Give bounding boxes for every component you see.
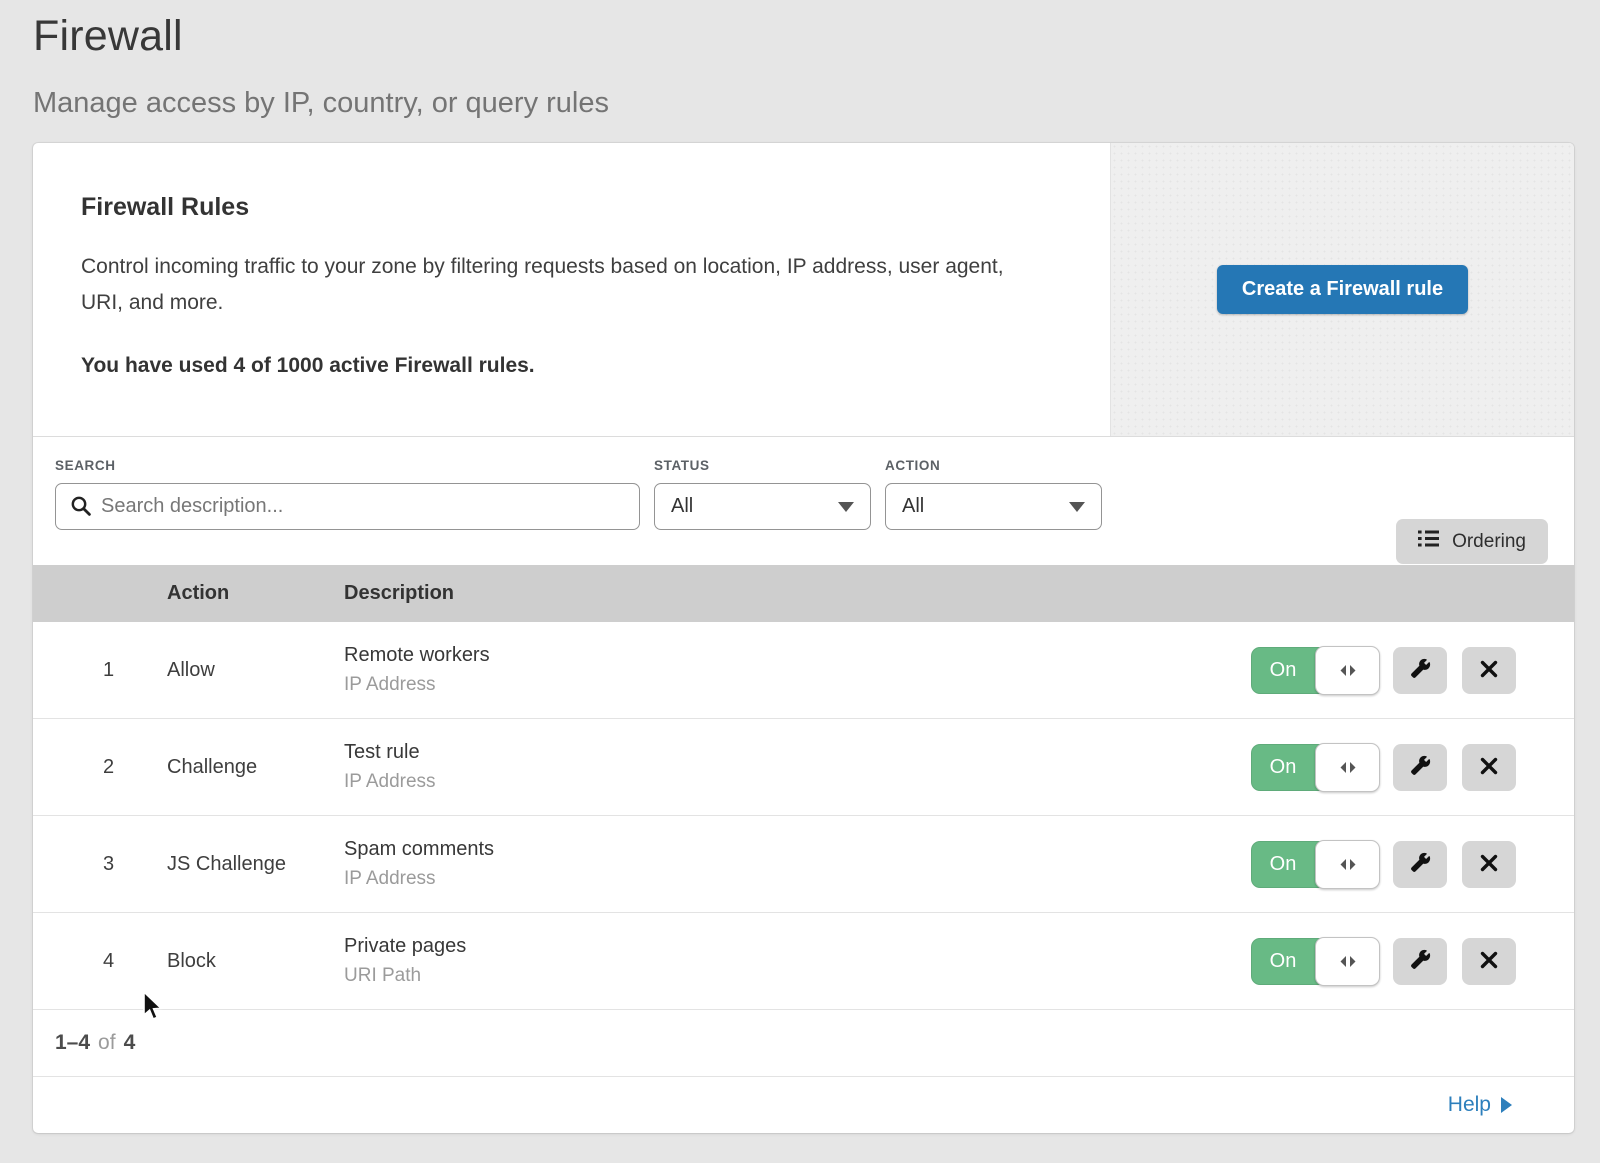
firewall-rules-card: Firewall Rules Control incoming traffic … xyxy=(33,143,1574,1133)
rule-description: Remote workers xyxy=(344,644,1251,667)
toggle-arrows-icon[interactable] xyxy=(1315,937,1380,986)
search-label: SEARCH xyxy=(55,458,640,473)
wrench-icon xyxy=(1410,755,1431,779)
action-select[interactable]: All xyxy=(885,483,1102,530)
edit-rule-button[interactable] xyxy=(1393,744,1447,791)
rule-action: Allow xyxy=(167,659,344,682)
rule-match-type: URI Path xyxy=(344,965,1251,987)
caret-right-icon xyxy=(1501,1097,1512,1113)
edit-rule-button[interactable] xyxy=(1393,647,1447,694)
rule-enabled-toggle[interactable]: On xyxy=(1251,744,1378,791)
wrench-icon xyxy=(1410,852,1431,876)
rule-priority: 3 xyxy=(33,853,167,876)
help-row: Help xyxy=(33,1077,1574,1133)
info-text-block: Firewall Rules Control incoming traffic … xyxy=(33,143,1110,436)
edit-rule-button[interactable] xyxy=(1393,938,1447,985)
rule-enabled-toggle[interactable]: On xyxy=(1251,938,1378,985)
x-icon xyxy=(1480,757,1498,778)
delete-rule-button[interactable] xyxy=(1462,938,1516,985)
edit-rule-button[interactable] xyxy=(1393,841,1447,888)
table-row: 4 Block Private pages URI Path On xyxy=(33,913,1574,1010)
rule-match-type: IP Address xyxy=(344,674,1251,696)
list-icon xyxy=(1418,530,1439,553)
rule-priority: 1 xyxy=(33,659,167,682)
rule-enabled-toggle[interactable]: On xyxy=(1251,647,1378,694)
action-label: ACTION xyxy=(885,458,1102,473)
toggle-arrows-icon[interactable] xyxy=(1315,743,1380,792)
page-header: Firewall Manage access by IP, country, o… xyxy=(0,0,1600,120)
rule-description: Spam comments xyxy=(344,838,1251,861)
pagination-total: 4 xyxy=(124,1031,136,1055)
table-header: Action Description xyxy=(33,565,1574,622)
info-section: Firewall Rules Control incoming traffic … xyxy=(33,143,1574,437)
delete-rule-button[interactable] xyxy=(1462,841,1516,888)
page-title: Firewall xyxy=(33,12,1600,61)
toggle-arrows-icon[interactable] xyxy=(1315,840,1380,889)
pagination-range: 1–4 xyxy=(55,1031,90,1055)
help-link[interactable]: Help xyxy=(1448,1093,1512,1117)
action-select-value: All xyxy=(902,495,924,518)
table-row: 3 JS Challenge Spam comments IP Address … xyxy=(33,816,1574,913)
pagination: 1–4 of 4 xyxy=(33,1010,1574,1077)
toggle-on-label: On xyxy=(1251,950,1315,973)
wrench-icon xyxy=(1410,949,1431,973)
create-firewall-rule-button[interactable]: Create a Firewall rule xyxy=(1217,265,1468,314)
create-rule-aside: Create a Firewall rule xyxy=(1110,143,1574,436)
status-label: STATUS xyxy=(654,458,871,473)
rule-priority: 4 xyxy=(33,950,167,973)
table-row: 1 Allow Remote workers IP Address On xyxy=(33,622,1574,719)
pagination-of-label: of xyxy=(98,1031,116,1055)
rule-match-type: IP Address xyxy=(344,771,1251,793)
chevron-down-icon xyxy=(838,502,854,512)
filter-section: SEARCH STATUS All ACTION All xyxy=(33,437,1574,565)
toggle-arrows-icon[interactable] xyxy=(1315,646,1380,695)
rule-match-type: IP Address xyxy=(344,868,1251,890)
page-subtitle: Manage access by IP, country, or query r… xyxy=(33,87,1600,120)
card-heading: Firewall Rules xyxy=(81,193,1062,222)
rule-enabled-toggle[interactable]: On xyxy=(1251,841,1378,888)
help-link-label: Help xyxy=(1448,1093,1491,1117)
column-header-action: Action xyxy=(167,582,344,605)
rule-description: Test rule xyxy=(344,741,1251,764)
rule-priority: 2 xyxy=(33,756,167,779)
table-row: 2 Challenge Test rule IP Address On xyxy=(33,719,1574,816)
delete-rule-button[interactable] xyxy=(1462,744,1516,791)
ordering-button[interactable]: Ordering xyxy=(1396,519,1548,564)
usage-text: You have used 4 of 1000 active Firewall … xyxy=(81,354,1062,378)
chevron-down-icon xyxy=(1069,502,1085,512)
rule-action: JS Challenge xyxy=(167,853,344,876)
toggle-on-label: On xyxy=(1251,659,1315,682)
x-icon xyxy=(1480,854,1498,875)
delete-rule-button[interactable] xyxy=(1462,647,1516,694)
rule-description: Private pages xyxy=(344,935,1251,958)
search-box xyxy=(55,483,640,530)
status-select[interactable]: All xyxy=(654,483,871,530)
ordering-button-label: Ordering xyxy=(1452,531,1526,553)
wrench-icon xyxy=(1410,658,1431,682)
rule-action: Challenge xyxy=(167,756,344,779)
rule-action: Block xyxy=(167,950,344,973)
toggle-on-label: On xyxy=(1251,853,1315,876)
x-icon xyxy=(1480,660,1498,681)
card-description: Control incoming traffic to your zone by… xyxy=(81,249,1031,321)
search-input[interactable] xyxy=(55,483,640,530)
toggle-on-label: On xyxy=(1251,756,1315,779)
column-header-description: Description xyxy=(344,582,1574,605)
x-icon xyxy=(1480,951,1498,972)
status-select-value: All xyxy=(671,495,693,518)
